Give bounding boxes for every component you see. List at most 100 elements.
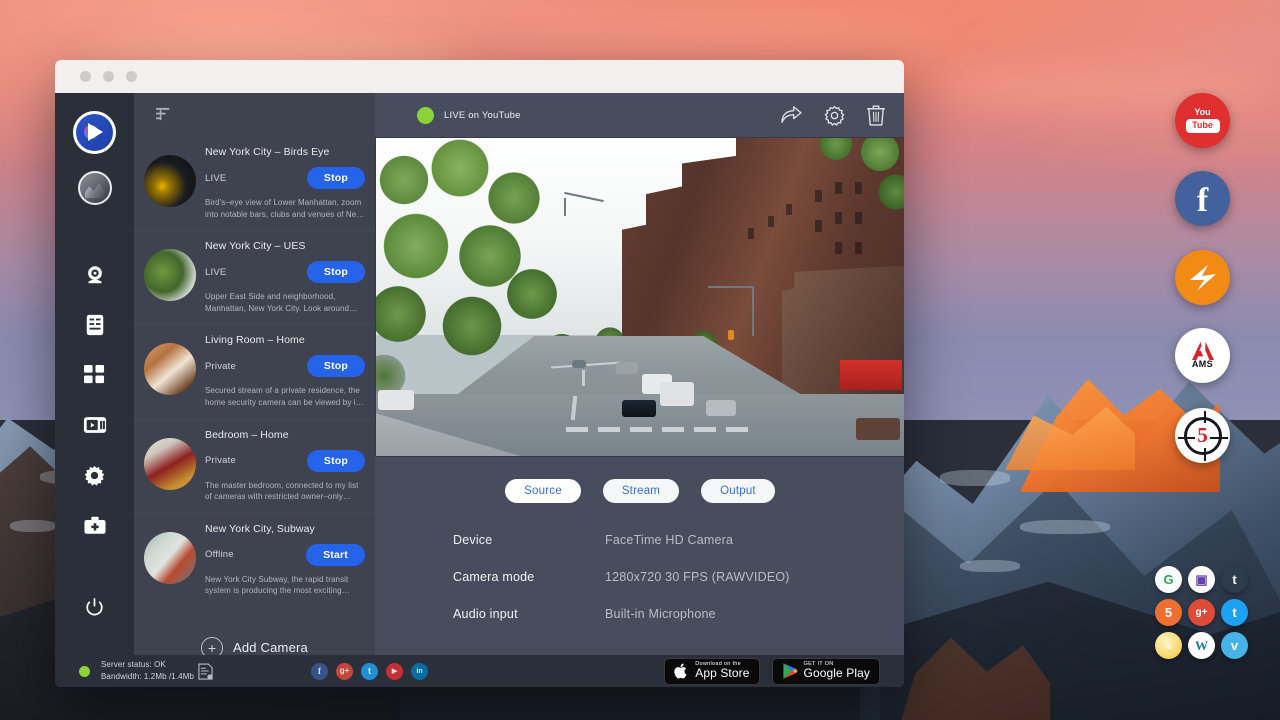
sidebar-item-power[interactable]: [73, 585, 117, 629]
store-title: App Store: [695, 667, 749, 680]
sidebar-item-support[interactable]: [73, 503, 117, 547]
google-play-icon: [782, 662, 798, 680]
zoom-button[interactable]: [126, 71, 137, 82]
app-logo-play-icon: [76, 114, 113, 151]
youtube-shortcut[interactable]: You Tube: [1175, 93, 1230, 148]
sidebar-item-dashboard[interactable]: [73, 353, 117, 397]
camera-title: Bedroom – Home: [205, 429, 365, 441]
add-camera-button[interactable]: + Add Camera: [134, 607, 375, 655]
sidebar-item-settings[interactable]: [73, 453, 117, 497]
sidebar-item-schedule[interactable]: [73, 303, 117, 347]
camera-list-item[interactable]: Living Room – Home Private Stop Secured …: [134, 325, 375, 419]
sidebar-item-recordings[interactable]: [73, 403, 117, 447]
camera-status: LIVE: [205, 267, 226, 278]
camera-title: New York City, Subway: [205, 523, 365, 535]
twitter-icon[interactable]: t: [361, 663, 378, 680]
stage-toolbar: LIVE on YouTube: [375, 93, 904, 137]
youtube-label-bottom: Tube: [1186, 119, 1220, 133]
camera-action-button[interactable]: Start: [306, 544, 365, 566]
camera-description: Secured stream of a private residence, t…: [205, 385, 365, 408]
google-play-badge[interactable]: GET IT ON Google Play: [772, 658, 880, 685]
close-button[interactable]: [80, 71, 91, 82]
camera-description: Bird's–eye view of Lower Manhattan, zoom…: [205, 197, 365, 220]
camera-list-item[interactable]: New York City – Birds Eye LIVE Stop Bird…: [134, 137, 375, 231]
tablet-list-icon: [85, 314, 105, 336]
live-status-dot: [417, 107, 434, 124]
ams-label: AMS: [1192, 360, 1213, 369]
video-trees-right: [790, 137, 904, 250]
camera-thumbnail: [144, 532, 196, 584]
tab-output[interactable]: Output: [701, 479, 775, 503]
linkedin-icon[interactable]: in: [411, 663, 428, 680]
facebook-shortcut[interactable]: f: [1175, 171, 1230, 226]
field-label: Audio input: [453, 607, 605, 621]
video-preview[interactable]: [375, 137, 904, 457]
field-value[interactable]: 1280x720 30 FPS (RAWVIDEO): [605, 570, 790, 584]
camera-status: Offline: [205, 549, 234, 560]
tab-stream[interactable]: Stream: [603, 479, 679, 503]
grasshopper-icon[interactable]: G: [1155, 566, 1182, 593]
server-status-line: Server status: OK: [101, 659, 194, 671]
camera-list-item[interactable]: Bedroom – Home Private Stop The master b…: [134, 420, 375, 514]
sort-icon[interactable]: [156, 107, 173, 123]
plus-icon: +: [201, 637, 223, 655]
minimize-button[interactable]: [103, 71, 114, 82]
twitter-icon[interactable]: t: [1221, 599, 1248, 626]
store-title: Google Play: [804, 667, 870, 680]
field-device: Device FaceTime HD Camera: [453, 533, 904, 547]
gear-icon[interactable]: [824, 105, 845, 126]
wordpress-icon[interactable]: W: [1188, 632, 1215, 659]
adobe-ams-shortcut[interactable]: AMS: [1175, 328, 1230, 383]
camera-action-button[interactable]: Stop: [307, 261, 365, 283]
field-label: Device: [453, 533, 605, 547]
facebook-icon[interactable]: f: [311, 663, 328, 680]
youtube-icon[interactable]: ▶: [386, 663, 403, 680]
field-value[interactable]: FaceTime HD Camera: [605, 533, 733, 547]
app-logo[interactable]: [73, 111, 116, 154]
main-stage: LIVE on YouTube: [375, 93, 904, 655]
google-plus-icon[interactable]: g+: [1188, 599, 1215, 626]
gear-icon: [84, 465, 105, 486]
avatar[interactable]: [78, 171, 112, 205]
field-value[interactable]: Built-in Microphone: [605, 607, 716, 621]
wowza-shortcut[interactable]: [1175, 250, 1230, 305]
camera-thumbnail: [144, 438, 196, 490]
camera-action-button[interactable]: Stop: [307, 450, 365, 472]
stage-tabs: Source Stream Output: [375, 479, 904, 503]
app-store-badge[interactable]: Download on the App Store: [664, 658, 759, 685]
five-icon[interactable]: 5: [1155, 599, 1182, 626]
add-camera-label: Add Camera: [233, 640, 308, 655]
twitch-icon[interactable]: ▣: [1188, 566, 1215, 593]
camera-thumbnail: [144, 343, 196, 395]
camera-list-item[interactable]: New York City – UES LIVE Stop Upper East…: [134, 231, 375, 325]
tab-source[interactable]: Source: [505, 479, 581, 503]
footer-social-links: f g+ t ▶ in: [311, 663, 428, 680]
target5-shortcut[interactable]: 5: [1175, 408, 1230, 463]
video-building-corner: [782, 256, 904, 416]
vimeo-icon[interactable]: v: [1221, 632, 1248, 659]
field-label: Camera mode: [453, 570, 605, 584]
tumblr-icon[interactable]: t: [1221, 566, 1248, 593]
store-badges: Download on the App Store GET IT ON Goog…: [664, 658, 880, 685]
google-plus-icon[interactable]: g+: [336, 663, 353, 680]
first-aid-icon: [84, 516, 106, 535]
field-camera-mode: Camera mode 1280x720 30 FPS (RAWVIDEO): [453, 570, 904, 584]
youtube-label-top: You: [1194, 108, 1210, 117]
camera-thumbnail: [144, 249, 196, 301]
server-status-dot: [79, 666, 90, 677]
window-titlebar: [55, 60, 904, 93]
camera-action-button[interactable]: Stop: [307, 167, 365, 189]
camera-action-button[interactable]: Stop: [307, 355, 365, 377]
camera-thumbnail: [144, 155, 196, 207]
grid-icon: [84, 365, 105, 386]
trash-icon[interactable]: [867, 105, 885, 126]
sidebar-item-cameras[interactable]: [73, 253, 117, 297]
document-icon[interactable]: [198, 663, 213, 680]
camera-status: Private: [205, 361, 236, 372]
adobe-logo-icon: [1192, 342, 1214, 360]
share-icon[interactable]: [780, 106, 802, 124]
camera-list-item[interactable]: New York City, Subway Offline Start New …: [134, 514, 375, 607]
sun-icon[interactable]: ●: [1155, 632, 1182, 659]
power-icon: [85, 598, 104, 617]
sidebar-rail: [55, 93, 134, 655]
